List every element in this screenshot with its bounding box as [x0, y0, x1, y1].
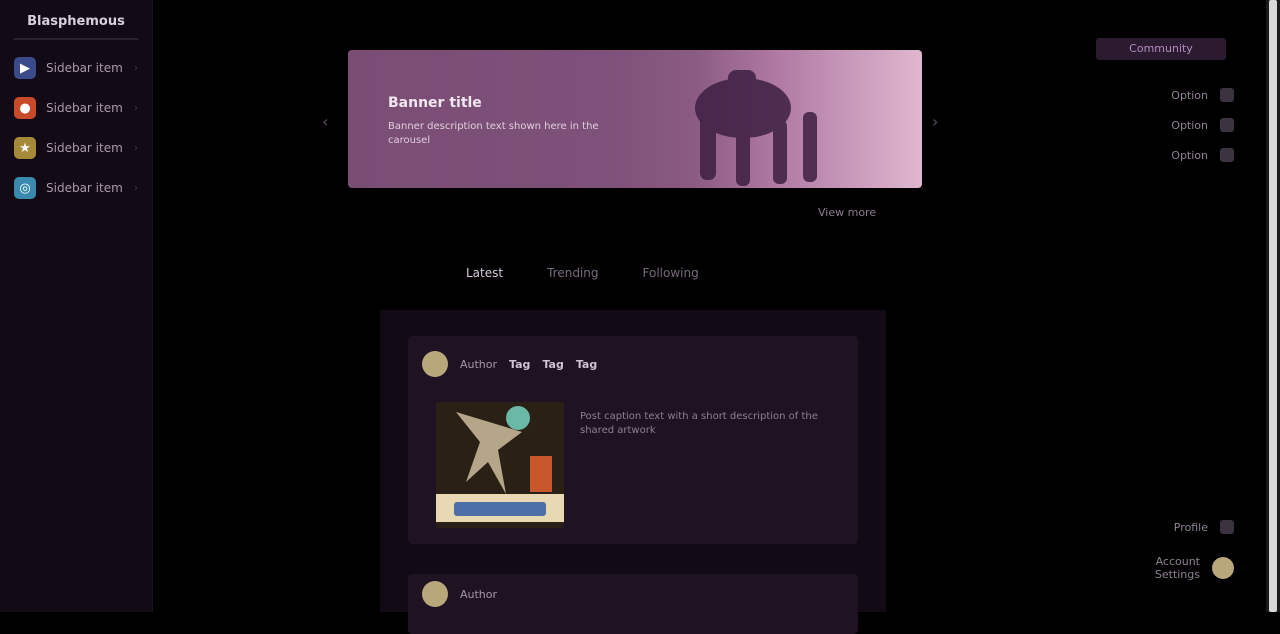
sidebar-item-3[interactable]: ★ Sidebar item › — [0, 128, 152, 168]
sidebar-item-label: Sidebar item — [46, 181, 123, 195]
chevron-right-icon: › — [134, 62, 138, 74]
post-tag[interactable]: Tag — [576, 358, 597, 371]
option-row[interactable]: Option — [1171, 148, 1234, 162]
banner-artwork — [695, 70, 817, 186]
chevron-right-icon: › — [134, 102, 138, 114]
avatar[interactable] — [422, 351, 448, 377]
community-button[interactable]: Community — [1096, 38, 1226, 60]
profile-icon — [1220, 520, 1234, 534]
post-header: Author Tag Tag Tag — [408, 336, 858, 392]
banner-next-arrow-icon[interactable]: › — [932, 112, 938, 131]
option-label: Option — [1171, 88, 1208, 102]
post-thumbnail[interactable] — [436, 402, 564, 528]
tab-following[interactable]: Following — [637, 262, 705, 284]
post-card[interactable]: Author — [408, 574, 858, 634]
banner-prev-arrow-icon[interactable]: ‹ — [322, 112, 328, 131]
gamepad-icon: ▶ — [14, 57, 36, 79]
sidebar-item-4[interactable]: ◎ Sidebar item › — [0, 168, 152, 208]
banner-view-more-link[interactable]: View more — [818, 206, 876, 219]
post-tag[interactable]: Tag — [509, 358, 530, 371]
chevron-right-icon: › — [134, 142, 138, 154]
thumbnail-artwork — [436, 402, 564, 502]
sidebar-title: Blasphemous — [27, 14, 125, 29]
scrollbar-thumb[interactable] — [1269, 0, 1277, 612]
account-row[interactable]: Account Settings — [1155, 555, 1234, 581]
sidebar-item-1[interactable]: ▶ Sidebar item › — [0, 48, 152, 88]
sidebar: Blasphemous ▶ Sidebar item › ● Sidebar i… — [0, 0, 153, 612]
avatar[interactable] — [1212, 557, 1234, 579]
chevron-right-icon: › — [134, 182, 138, 194]
tab-latest[interactable]: Latest — [460, 262, 509, 284]
checkbox[interactable] — [1220, 118, 1234, 132]
globe-icon: ◎ — [14, 177, 36, 199]
sidebar-title-underline — [14, 38, 138, 40]
account-name: Account — [1155, 555, 1200, 568]
post-header: Author — [408, 574, 858, 614]
post-text: Post caption text with a short descripti… — [580, 411, 818, 436]
checkbox[interactable] — [1220, 148, 1234, 162]
post-author[interactable]: Author — [460, 358, 497, 371]
sidebar-item-label: Sidebar item — [46, 61, 123, 75]
thumbnail-logo — [454, 502, 546, 516]
option-row[interactable]: Option — [1171, 118, 1234, 132]
account-text: Account Settings — [1155, 555, 1200, 581]
post-tag[interactable]: Tag — [542, 358, 563, 371]
option-label: Option — [1171, 148, 1208, 162]
avatar[interactable] — [422, 581, 448, 607]
sidebar-item-2[interactable]: ● Sidebar item › — [0, 88, 152, 128]
post-author[interactable]: Author — [460, 588, 497, 601]
option-row[interactable]: Option — [1171, 88, 1234, 102]
flame-icon: ● — [14, 97, 36, 119]
tab-trending[interactable]: Trending — [541, 262, 604, 284]
sidebar-item-label: Sidebar item — [46, 141, 123, 155]
sidebar-item-label: Sidebar item — [46, 101, 123, 115]
account-sub: Settings — [1154, 568, 1200, 581]
profile-row[interactable]: Profile — [1174, 520, 1234, 534]
banner[interactable]: Banner title Banner description text sho… — [348, 50, 922, 188]
scrollbar[interactable] — [1266, 0, 1280, 612]
feed: Author Tag Tag Tag Post caption text wit… — [380, 310, 886, 634]
feed-tabs: Latest Trending Following — [460, 262, 705, 284]
profile-label: Profile — [1173, 520, 1208, 534]
checkbox[interactable] — [1220, 88, 1234, 102]
post-card[interactable]: Author Tag Tag Tag Post caption text wit… — [408, 336, 858, 544]
option-label: Option — [1171, 118, 1208, 132]
trophy-icon: ★ — [14, 137, 36, 159]
